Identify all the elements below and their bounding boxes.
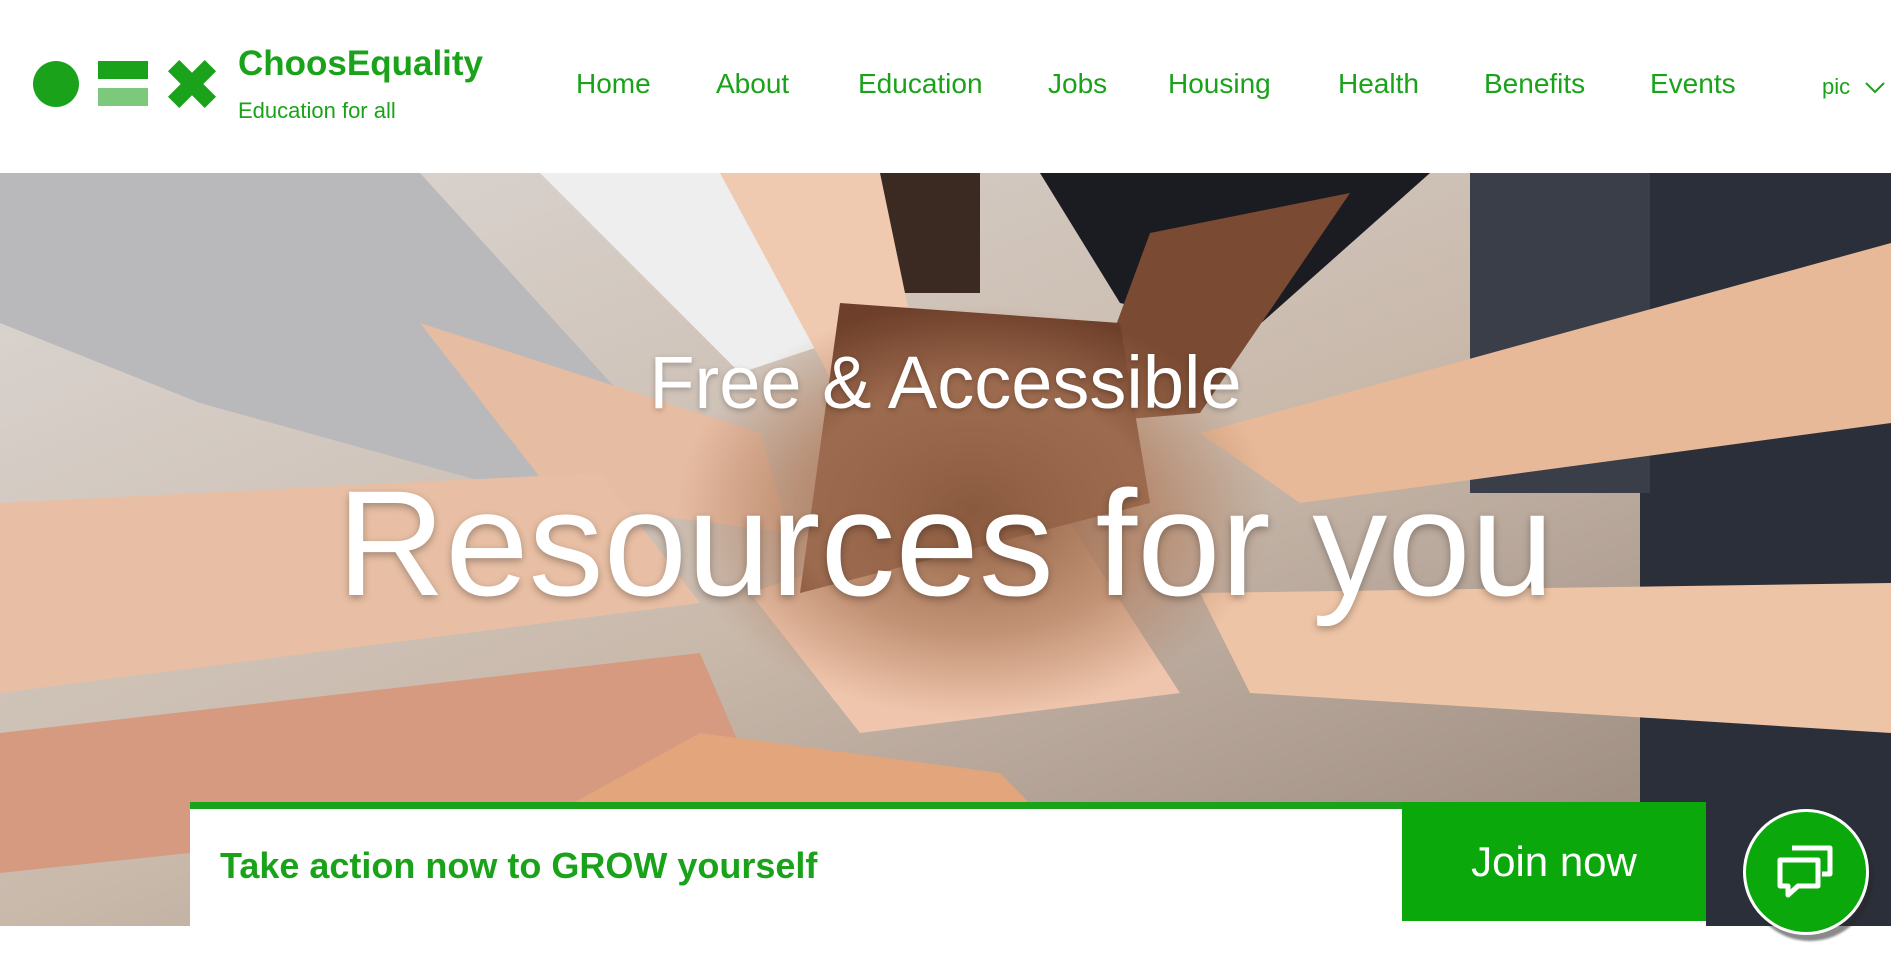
chat-bubbles-icon	[1777, 845, 1833, 898]
logo-icon[interactable]	[32, 58, 220, 110]
chevron-down-icon	[1865, 82, 1885, 94]
brand-block[interactable]: ChoosEquality Education for all	[238, 42, 483, 126]
brand-tagline: Education for all	[238, 98, 396, 123]
chat-button[interactable]	[1743, 809, 1869, 935]
nav-home[interactable]: Home	[576, 68, 651, 100]
user-menu-label: pic	[1822, 74, 1851, 99]
nav-jobs[interactable]: Jobs	[1048, 68, 1107, 100]
cta-text: Take action now to GROW yourself	[220, 845, 818, 886]
nav-health[interactable]: Health	[1338, 68, 1419, 100]
site-header: ChoosEquality Education for all Home Abo…	[0, 0, 1891, 173]
hero-title: Resources for you	[336, 459, 1555, 627]
hero-subtitle: Free & Accessible	[649, 341, 1242, 424]
user-menu[interactable]: pic	[1822, 74, 1886, 100]
brand-name: ChoosEquality	[238, 44, 484, 83]
nav-education[interactable]: Education	[858, 68, 983, 100]
nav-about[interactable]: About	[716, 68, 789, 100]
nav-housing[interactable]: Housing	[1168, 68, 1271, 100]
nav-events[interactable]: Events	[1650, 68, 1736, 100]
cta-bar: Take action now to GROW yourself Join no…	[190, 802, 1706, 926]
join-now-button[interactable]: Join now	[1402, 802, 1706, 921]
nav-benefits[interactable]: Benefits	[1484, 68, 1585, 100]
